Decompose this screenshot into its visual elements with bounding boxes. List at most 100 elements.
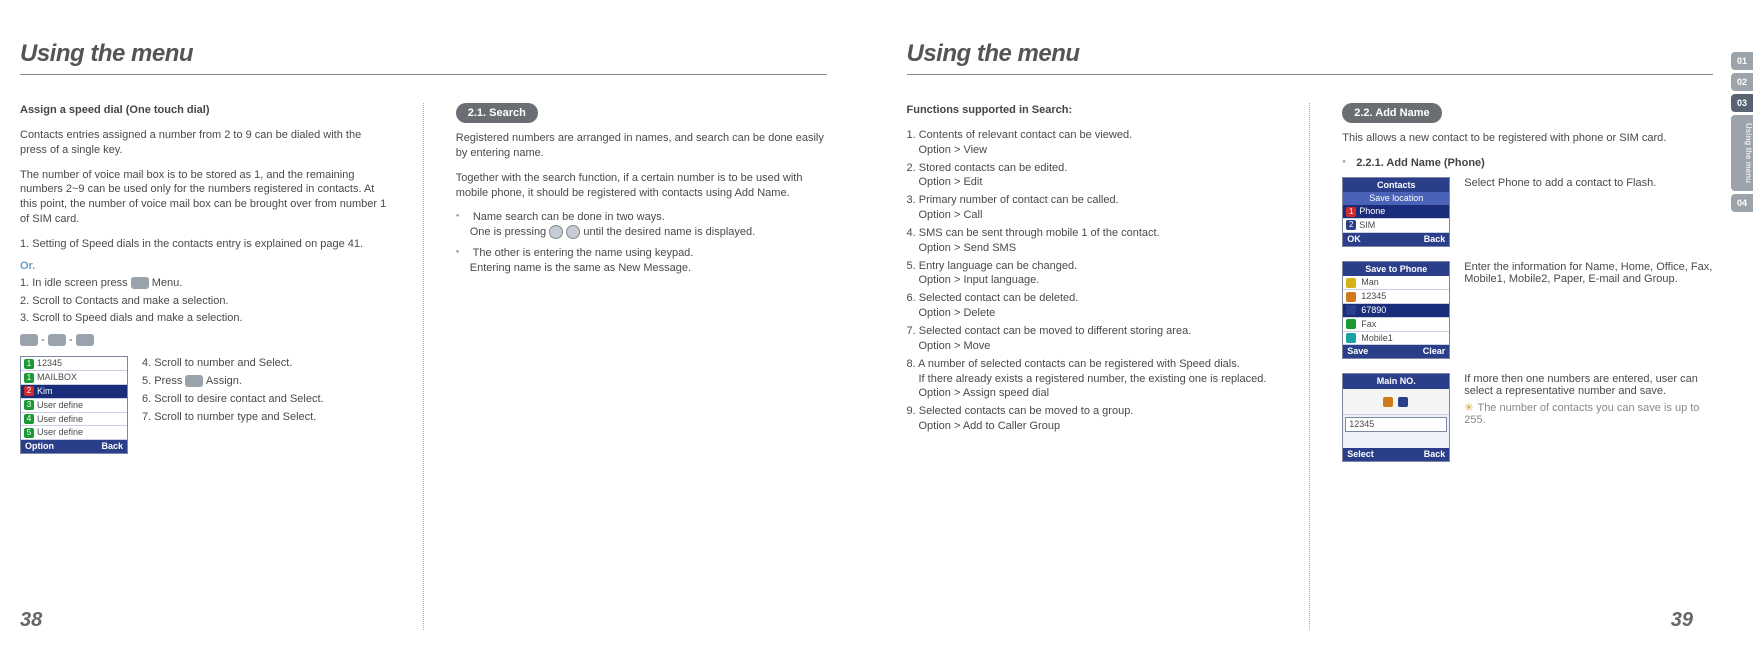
speed-dial-heading: Assign a speed dial (One touch dial) xyxy=(20,103,391,118)
shot2-row: Save to Phone Man 12345 67890 Fax Mobile… xyxy=(1342,261,1713,360)
shot3-number: 12345 xyxy=(1345,417,1447,432)
func-6: 6. Selected contact can be deleted.Optio… xyxy=(907,291,1278,321)
func-2: 2. Stored contacts can be edited.Option … xyxy=(907,161,1278,191)
shot3-text-block: If more then one numbers are entered, us… xyxy=(1464,373,1713,426)
mobile-icon xyxy=(1346,333,1356,343)
side-tabs: 01 02 03 Using the menu 04 xyxy=(1731,52,1753,212)
title-rule xyxy=(907,74,1714,75)
alt-step-1: 1. In idle screen press Menu. xyxy=(20,276,391,291)
add-name-header: 2.2. Add Name xyxy=(1342,103,1441,123)
col-speed-dial: Assign a speed dial (One touch dial) Con… xyxy=(20,103,391,630)
bullet-2: The other is entering the name using key… xyxy=(456,246,827,276)
func-4: 4. SMS can be sent through mobile 1 of t… xyxy=(907,226,1278,256)
page-number-left: 38 xyxy=(20,609,42,632)
page-title: Using the menu xyxy=(20,40,827,68)
left-columns: Assign a speed dial (One touch dial) Con… xyxy=(20,103,827,630)
shot3-icon-row xyxy=(1343,389,1449,415)
shot-row-6: 5User define xyxy=(21,426,127,440)
shot-row-5: 4User define xyxy=(21,413,127,427)
search-header: 2.1. Search xyxy=(456,103,538,123)
bullet-2-sub: Entering name is the same as New Message… xyxy=(456,261,827,276)
column-divider xyxy=(1309,103,1310,630)
shot-row-2: 1MAILBOX xyxy=(21,371,127,385)
page-right: Using the menu Functions supported in Se… xyxy=(867,0,1753,650)
screenshot-row: 112345 1MAILBOX 2Kim 3User define 4User … xyxy=(20,356,391,454)
shot3-note: The number of contacts you can save is u… xyxy=(1464,401,1713,426)
functions-heading: Functions supported in Search: xyxy=(907,103,1278,118)
home-small-icon xyxy=(1383,397,1393,407)
shot1-row-phone: 1Phone xyxy=(1343,205,1449,219)
nav-up-icon xyxy=(549,225,563,239)
shot-softkeys: Option Back xyxy=(21,440,127,453)
shot-row-3: 2Kim xyxy=(21,385,127,399)
side-tab-01[interactable]: 01 xyxy=(1731,52,1753,70)
add-name-sub-bullet: 2.2.1. Add Name (Phone) xyxy=(1342,156,1713,171)
office-icon xyxy=(1346,305,1356,315)
alt-step-2: 2. Scroll to Contacts and make a selecti… xyxy=(20,294,391,309)
shot-side-steps: 4. Scroll to number and Select. 5. Press… xyxy=(142,356,391,432)
phone-screenshot-savelocation: Contacts Save location 1Phone 2SIM OKBac… xyxy=(1342,177,1450,247)
speed-dial-step1-list: 1. Setting of Speed dials in the contact… xyxy=(20,237,391,252)
nav-down-icon xyxy=(566,225,580,239)
shot1-row: Contacts Save location 1Phone 2SIM OKBac… xyxy=(1342,177,1713,247)
step-6: 6. Scroll to desire contact and Select. xyxy=(142,392,391,407)
alt-step-3: 3. Scroll to Speed dials and make a sele… xyxy=(20,311,391,326)
speed-dial-p1: Contacts entries assigned a number from … xyxy=(20,128,391,158)
col-add-name: 2.2. Add Name This allows a new contact … xyxy=(1342,103,1713,630)
shot-row-1: 112345 xyxy=(21,357,127,371)
key-sequence: - - xyxy=(20,334,391,346)
col-search: 2.1. Search Registered numbers are arran… xyxy=(456,103,827,630)
page-title: Using the menu xyxy=(907,40,1714,68)
func-7: 7. Selected contact can be moved to diff… xyxy=(907,324,1278,354)
key-4-icon xyxy=(76,334,94,346)
shot3-row: Main NO. 12345 SelectBack If more then o… xyxy=(1342,373,1713,461)
func-1: 1. Contents of relevant contact can be v… xyxy=(907,128,1278,158)
softkey-icon xyxy=(131,277,149,289)
speed-dial-step1: 1. Setting of Speed dials in the contact… xyxy=(20,237,391,252)
side-tab-04[interactable]: 04 xyxy=(1731,194,1753,212)
key-2-icon xyxy=(48,334,66,346)
phone-screenshot-savetophone: Save to Phone Man 12345 67890 Fax Mobile… xyxy=(1342,261,1450,360)
shot1-row-sim: 2SIM xyxy=(1343,219,1449,233)
phone-screenshot-speeddial: 112345 1MAILBOX 2Kim 3User define 4User … xyxy=(20,356,128,454)
fax-icon xyxy=(1346,319,1356,329)
shot1-softkeys: OKBack xyxy=(1343,233,1449,246)
shot1-text: Select Phone to add a contact to Flash. xyxy=(1464,177,1713,189)
col-functions: Functions supported in Search: 1. Conten… xyxy=(907,103,1278,630)
column-divider xyxy=(423,103,424,630)
page-left: Using the menu Assign a speed dial (One … xyxy=(0,0,867,650)
bullet-1-sub: One is pressing until the desired name i… xyxy=(456,225,827,240)
side-tab-02[interactable]: 02 xyxy=(1731,73,1753,91)
home-icon xyxy=(1346,292,1356,302)
func-5: 5. Entry language can be changed.Option … xyxy=(907,259,1278,289)
page-number-right: 39 xyxy=(1671,609,1693,632)
step-5: 5. Press Assign. xyxy=(142,374,391,389)
func-3: 3. Primary number of contact can be call… xyxy=(907,193,1278,223)
search-bullets: Name search can be done in two ways. One… xyxy=(456,210,827,275)
softkey-icon xyxy=(20,334,38,346)
functions-list: 1. Contents of relevant contact can be v… xyxy=(907,128,1278,434)
shot2-text: Enter the information for Name, Home, Of… xyxy=(1464,261,1713,285)
step-7: 7. Scroll to number type and Select. xyxy=(142,410,391,425)
bullet-1: Name search can be done in two ways. One… xyxy=(456,210,827,240)
search-p1: Registered numbers are arranged in names… xyxy=(456,131,827,161)
or-label: Or. xyxy=(20,260,391,272)
speed-dial-p2: The number of voice mail box is to be st… xyxy=(20,168,391,227)
shot3-softkeys: SelectBack xyxy=(1343,448,1449,461)
title-rule xyxy=(20,74,827,75)
func-9: 9. Selected contacts can be moved to a g… xyxy=(907,404,1278,434)
step-4: 4. Scroll to number and Select. xyxy=(142,356,391,371)
shot2-softkeys: SaveClear xyxy=(1343,345,1449,358)
shot-row-4: 3User define xyxy=(21,399,127,413)
speed-dial-alt-steps: 1. In idle screen press Menu. 2. Scroll … xyxy=(20,276,391,327)
right-columns: Functions supported in Search: 1. Conten… xyxy=(907,103,1714,630)
search-p2: Together with the search function, if a … xyxy=(456,171,827,201)
shot3-text: If more then one numbers are entered, us… xyxy=(1464,373,1713,397)
add-name-subheading: 2.2.1. Add Name (Phone) xyxy=(1342,156,1713,171)
softkey-icon xyxy=(185,375,203,387)
side-tab-03[interactable]: 03 xyxy=(1731,94,1753,112)
func-8: 8. A number of selected contacts can be … xyxy=(907,357,1278,402)
add-name-intro: This allows a new contact to be register… xyxy=(1342,131,1713,146)
phone-screenshot-mainno: Main NO. 12345 SelectBack xyxy=(1342,373,1450,461)
side-tab-label: Using the menu xyxy=(1731,115,1753,191)
